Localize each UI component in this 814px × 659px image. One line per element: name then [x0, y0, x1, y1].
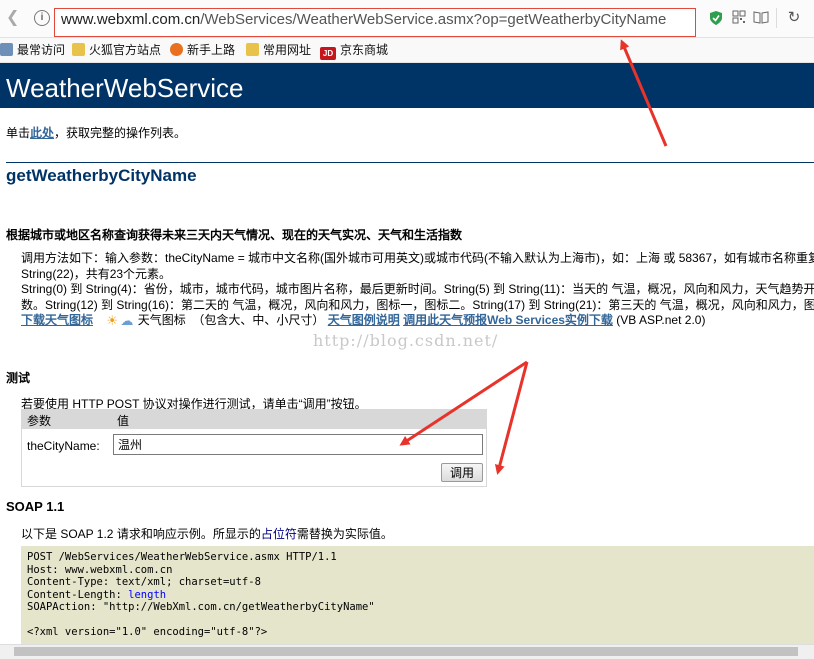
code-line: POST /WebServices/WeatherWebService.asmx… [27, 551, 337, 563]
web-page: WeatherWebService 单击此处，获取完整的操作列表。 getWea… [0, 63, 814, 658]
page-header: WeatherWebService [0, 63, 814, 108]
bookmark-label: 京东商城 [340, 43, 389, 57]
url-path: /WebServices/WeatherWebService.asmx?op=g… [200, 11, 667, 28]
reader-icon[interactable] [753, 10, 769, 26]
icon-sizes-note: （包含大、中、小尺寸） [192, 313, 325, 327]
bookmark-firefox-site[interactable]: 火狐官方站点 [72, 41, 161, 59]
soap-intro-suffix: 需替换为实际值。 [296, 527, 393, 541]
shield-icon[interactable] [708, 10, 724, 26]
gear-icon [0, 43, 13, 56]
bookmark-getting-started[interactable]: 新手上路 [170, 41, 235, 59]
soap-section-title: SOAP 1.1 [6, 499, 65, 514]
toolbar-divider [776, 8, 777, 28]
bookmark-jd[interactable]: JD 京东商城 [320, 41, 389, 60]
code-line: SOAPAction: "http://WebXml.com.cn/getWea… [27, 601, 375, 613]
download-icons-link[interactable]: 下载天气图标 [21, 313, 93, 327]
scrollbar-thumb[interactable] [14, 647, 798, 656]
info-icon[interactable]: i [34, 10, 50, 26]
sun-icon: ☀ [106, 313, 119, 328]
folder-icon [246, 43, 259, 56]
back-icon[interactable]: ❮ [6, 7, 24, 27]
firefox-icon [170, 43, 183, 56]
refresh-icon[interactable]: ↻ [786, 10, 802, 26]
cloud-rain-icon: ☁ [120, 313, 134, 328]
intro-suffix: ，获取完整的操作列表。 [54, 126, 187, 140]
intro-text: 单击此处，获取完整的操作列表。 [6, 124, 186, 141]
operation-title: getWeatherbyCityName [6, 166, 197, 185]
param-label: theCityName: [27, 439, 100, 453]
bookmark-label: 火狐官方站点 [89, 43, 162, 57]
soap-request-sample: POST /WebServices/WeatherWebService.asmx… [21, 546, 814, 658]
column-header-param: 参数 [27, 414, 52, 428]
url-text[interactable]: www.webxml.com.cn/WebServices/WeatherWeb… [61, 11, 666, 28]
bookmark-label: 常用网址 [263, 43, 312, 57]
qr-icon[interactable] [731, 10, 747, 26]
desc-line: 调用方法如下：输入参数：theCityName = 城市中文名称(国外城市可用英… [21, 251, 814, 265]
code-placeholder: length [128, 588, 167, 601]
table-header: 参数 值 [22, 410, 486, 429]
bookmarks-bar: 最常访问 火狐官方站点 新手上路 常用网址 JD 京东商城 [0, 38, 814, 63]
desc-line: String(0) 到 String(4)：省份，城市，城市代码，城市图片名称，… [21, 282, 814, 296]
desc-links-line: 下载天气图标 ☀ ☁ 天气图标 （包含大、中、小尺寸） 天气图例说明 调用此天气预… [21, 313, 814, 329]
intro-prefix: 单击 [6, 126, 31, 140]
desc-line: String(22)，共有23个元素。 [21, 266, 172, 281]
watermark: http://blog.csdn.net/ [313, 331, 499, 350]
bookmark-label: 新手上路 [187, 43, 236, 57]
placeholder-word: 占位符 [260, 527, 297, 541]
folder-icon [72, 43, 85, 56]
page-title: WeatherWebService [6, 73, 244, 103]
operation-description: 根据城市或地区名称查询获得未来三天内天气情况、现在的天气实况、天气和生活指数 [6, 228, 463, 242]
jd-icon: JD [320, 47, 336, 60]
code-key: Content-Length: [27, 588, 129, 601]
code-line: <?xml version="1.0" encoding="utf-8"?> [27, 626, 268, 638]
invoke-button[interactable]: 调用 [441, 463, 483, 482]
test-section-title: 测试 [6, 371, 31, 385]
vb-note: (VB ASP.net 2.0) [616, 313, 706, 327]
url-host: www.webxml.com.cn [61, 11, 201, 28]
soap-intro-prefix: 以下是 SOAP 1.2 请求和响应示例。所显示的 [21, 527, 261, 541]
divider [6, 162, 814, 163]
browser-toolbar: ❮ i www.webxml.com.cn/WebServices/Weathe… [0, 0, 814, 38]
example-download-link[interactable]: 调用此天气预报Web Services实例下载 [403, 313, 613, 327]
city-name-input[interactable] [113, 434, 483, 455]
column-header-value: 值 [117, 414, 130, 428]
address-bar[interactable]: www.webxml.com.cn/WebServices/WeatherWeb… [54, 8, 696, 37]
operations-list-link[interactable]: 此处 [30, 126, 54, 140]
bookmark-common-sites[interactable]: 常用网址 [246, 41, 311, 59]
horizontal-scrollbar[interactable] [0, 644, 814, 659]
bookmark-label: 最常访问 [17, 43, 66, 57]
code-line: Content-Length: length [27, 589, 808, 602]
parameters-table: 参数 值 theCityName: 调用 [21, 409, 487, 487]
weather-icon-label: 天气图标 [137, 313, 186, 327]
code-line: Host: www.webxml.com.cn [27, 563, 173, 576]
desc-line: 数。String(12) 到 String(16)：第二天的 气温，概况，风向和… [21, 297, 814, 312]
code-line: Content-Type: text/xml; charset=utf-8 [27, 576, 261, 588]
bookmark-most-visited[interactable]: 最常访问 [0, 41, 65, 59]
soap-instructions: 以下是 SOAP 1.2 请求和响应示例。所显示的占位符需替换为实际值。 [21, 525, 393, 542]
usage-description: 调用方法如下：输入参数：theCityName = 城市中文名称(国外城市可用英… [21, 251, 814, 329]
legend-link[interactable]: 天气图例说明 [328, 313, 400, 327]
